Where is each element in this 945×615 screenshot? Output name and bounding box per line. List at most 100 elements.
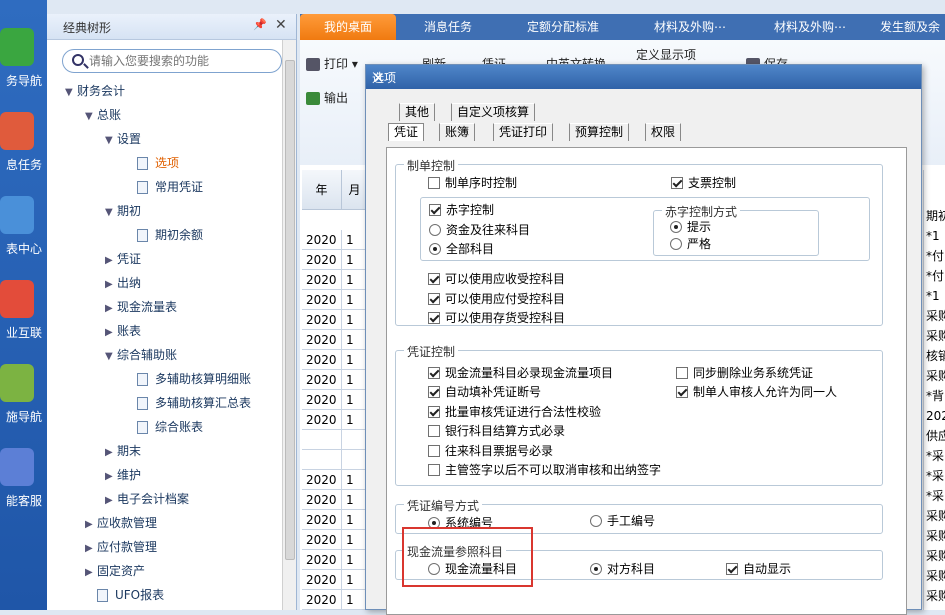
expand-right-icon[interactable]: ▶ [105, 447, 117, 458]
manual-number-radio[interactable]: 手工编号 [590, 513, 655, 529]
expand-right-icon[interactable]: ▶ [105, 327, 117, 338]
tab-custom-item[interactable]: 自定义项核算 [451, 103, 536, 121]
ar-control-checkbox[interactable]: 可以使用应收受控科目 [428, 271, 565, 287]
radio-dot [670, 238, 682, 250]
tab-voucher[interactable]: 凭证 [388, 123, 425, 141]
dialog-close-icon[interactable]: ✕ [372, 69, 385, 87]
scrollbar-thumb[interactable] [285, 60, 295, 560]
tree-item[interactable]: UFO报表 [85, 586, 164, 606]
search-input[interactable] [89, 53, 274, 69]
same-maker-auditor-checkbox[interactable]: 制单人审核人允许为同一人 [676, 384, 837, 400]
export-icon [306, 92, 320, 105]
export-button[interactable]: 输出 [306, 89, 348, 106]
tree-item[interactable]: ▶ 固定资产 [85, 562, 145, 582]
tab-4[interactable]: 材料及外购⋯ [755, 14, 865, 40]
pin-icon[interactable]: 📌 [253, 18, 267, 34]
expand-down-icon[interactable]: ▼ [105, 207, 117, 218]
seq-control-checkbox[interactable]: 制单序时控制 [428, 175, 517, 191]
red-method-strict-radio[interactable]: 严格 [670, 236, 711, 252]
tab-1[interactable]: 消息任务 [400, 14, 496, 40]
auto-display-checkbox[interactable]: 自动显示 [726, 561, 791, 577]
red-opt-all-radio[interactable]: 全部科目 [429, 241, 494, 257]
launcher-item[interactable]: 表中心 [0, 192, 47, 274]
tree-scrollbar[interactable] [282, 40, 296, 610]
expand-down-icon[interactable]: ▼ [85, 111, 97, 122]
expand-right-icon[interactable]: ▶ [105, 495, 117, 506]
counter-subject-radio[interactable]: 对方科目 [590, 561, 655, 577]
radio-dot [590, 515, 602, 527]
tab-ledger[interactable]: 账簿 [439, 123, 476, 141]
expand-right-icon[interactable]: ▶ [105, 279, 117, 290]
search-box[interactable] [62, 49, 282, 73]
tree-item[interactable]: ▶ 凭证 [105, 250, 141, 270]
tree-item[interactable]: ▶ 电子会计档案 [105, 490, 189, 510]
tree-item[interactable]: ▼ 期初 [105, 202, 141, 222]
tree-item[interactable]: ▼ 财务会计 [65, 82, 125, 102]
tree-item[interactable]: ▶ 应收款管理 [85, 514, 157, 534]
tree-item[interactable]: 多辅助核算明细账 [125, 370, 251, 390]
tree-item[interactable]: 常用凭证 [125, 178, 203, 198]
tree-item[interactable]: 综合账表 [125, 418, 203, 438]
grid-cell-summary: *付 [926, 249, 945, 263]
supervisor-sign-lock-label: 主管签字以后不可以取消审核和出纳签字 [445, 463, 662, 477]
tab-budget-control[interactable]: 预算控制 [569, 123, 630, 141]
inv-control-label: 可以使用存货受控科目 [445, 311, 566, 325]
expand-right-icon[interactable]: ▶ [85, 567, 97, 578]
expand-down-icon[interactable]: ▼ [105, 351, 117, 362]
expand-right-icon[interactable]: ▶ [105, 303, 117, 314]
red-method-prompt-label: 提示 [687, 220, 712, 234]
launcher-item[interactable]: 施导航 [0, 360, 47, 442]
grid-cell-year: 2020 [302, 230, 342, 250]
expand-right-icon[interactable]: ▶ [85, 519, 97, 530]
expand-down-icon[interactable]: ▼ [105, 135, 117, 146]
tree-item[interactable]: ▼ 设置 [105, 130, 141, 150]
tree-item-label: 固定资产 [97, 564, 146, 578]
tree-item[interactable]: ▼ 综合辅助账 [105, 346, 177, 366]
tab-voucher-print[interactable]: 凭证打印 [493, 123, 554, 141]
launcher-item[interactable]: 务导航 [0, 24, 47, 106]
tab-3[interactable]: 材料及外购⋯ [630, 14, 750, 40]
ap-control-checkbox[interactable]: 可以使用应付受控科目 [428, 291, 565, 307]
search-icon [72, 54, 84, 66]
close-icon[interactable]: ✕ [275, 17, 287, 33]
expand-right-icon[interactable]: ▶ [85, 543, 97, 554]
batch-audit-check-checkbox[interactable]: 批量审核凭证进行合法性校验 [428, 404, 601, 420]
cash-item-required-checkbox[interactable]: 现金流量科目必录现金流量项目 [428, 365, 613, 381]
main-tabs: 我的桌面 消息任务 定额分配标准 材料及外购⋯ 材料及外购⋯ 发生额及余 [300, 14, 945, 40]
tree-item[interactable]: ▶ 应付款管理 [85, 538, 157, 558]
red-control-checkbox[interactable]: 赤字控制 [429, 202, 494, 218]
launcher-item[interactable]: 息任务 [0, 108, 47, 190]
bank-settle-required-checkbox[interactable]: 银行科目结算方式必录 [428, 423, 565, 439]
tree-item[interactable]: ▶ 期末 [105, 442, 141, 462]
auto-fill-number-checkbox[interactable]: 自动填补凭证断号 [428, 384, 541, 400]
launcher-item[interactable]: 业互联 [0, 276, 47, 358]
red-method-prompt-radio[interactable]: 提示 [670, 219, 711, 235]
tree-item[interactable]: ▶ 维护 [105, 466, 141, 486]
tab-0[interactable]: 我的桌面 [300, 14, 396, 40]
tree-item[interactable]: 期初余额 [125, 226, 203, 246]
expand-right-icon[interactable]: ▶ [105, 255, 117, 266]
bill-number-required-checkbox[interactable]: 往来科目票据号必录 [428, 443, 553, 459]
print-button[interactable]: 打印 ▾ [306, 55, 358, 72]
define-display-button[interactable]: 定义显示项 [636, 46, 696, 63]
tab-other[interactable]: 其他 [399, 103, 436, 121]
tree-item[interactable]: ▶ 账表 [105, 322, 141, 342]
tree-item[interactable]: ▼ 总账 [85, 106, 121, 126]
tree-item[interactable]: 选项 [125, 154, 179, 174]
supervisor-sign-lock-checkbox[interactable]: 主管签字以后不可以取消审核和出纳签字 [428, 462, 661, 478]
tab-5[interactable]: 发生额及余 [870, 14, 945, 40]
expand-right-icon[interactable]: ▶ [105, 471, 117, 482]
inv-control-checkbox[interactable]: 可以使用存货受控科目 [428, 310, 565, 326]
tab-2[interactable]: 定额分配标准 [500, 14, 626, 40]
expand-down-icon[interactable]: ▼ [65, 87, 77, 98]
red-opt-fund-radio[interactable]: 资金及往来科目 [429, 222, 530, 238]
sync-delete-checkbox[interactable]: 同步删除业务系统凭证 [676, 365, 813, 381]
auto-display-label: 自动显示 [743, 562, 792, 576]
launcher-item[interactable]: 能客服 [0, 444, 47, 526]
cheque-control-checkbox[interactable]: 支票控制 [671, 175, 736, 191]
tree-item[interactable]: ▶ 现金流量表 [105, 298, 177, 318]
tab-permission[interactable]: 权限 [645, 123, 682, 141]
tree-item-label: 期初余额 [155, 228, 204, 242]
tree-item[interactable]: 多辅助核算汇总表 [125, 394, 251, 414]
tree-item[interactable]: ▶ 出纳 [105, 274, 141, 294]
